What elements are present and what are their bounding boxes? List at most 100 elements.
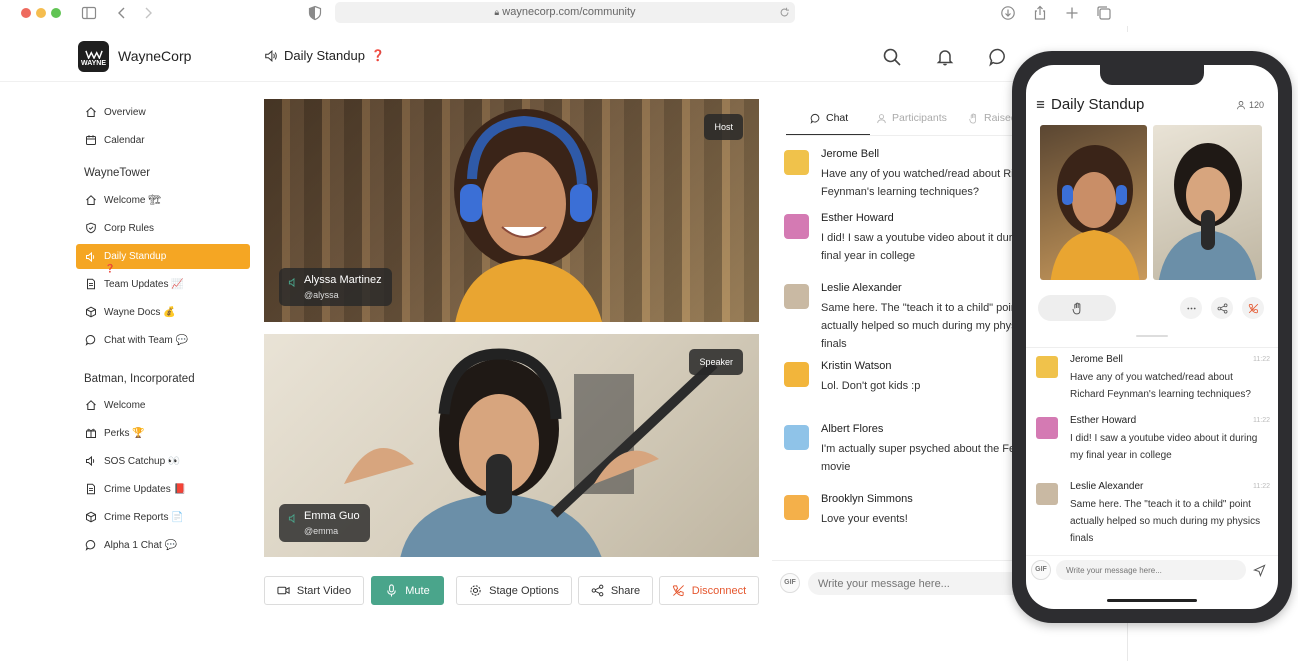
phone-room-title: Daily Standup	[1051, 96, 1145, 113]
sidebar-item-chat-with-team[interactable]: Chat with Team 💬	[76, 328, 250, 352]
bell-icon[interactable]	[935, 47, 955, 67]
sidebar-item-welcome[interactable]: Welcome 🏗	[76, 188, 250, 212]
sidebar-item-label: Wayne Docs 💰	[104, 306, 176, 318]
chat-message: Jerome Bell 11:22 Have any of you watche…	[1036, 354, 1270, 408]
gif-button[interactable]: GIF	[780, 573, 800, 593]
participant-nametag: Emma Guo @emma	[279, 504, 370, 542]
avatar[interactable]	[1036, 356, 1058, 378]
avatar[interactable]	[784, 214, 809, 239]
share-button[interactable]: Share	[578, 576, 653, 605]
close-window-button[interactable]	[21, 8, 31, 18]
participant-nametag: Alyssa Martinez @alyssa	[279, 268, 392, 306]
disconnect-button[interactable]: Disconnect	[659, 576, 759, 605]
minimize-window-button[interactable]	[36, 8, 46, 18]
message-author[interactable]: Leslie Alexander	[821, 282, 902, 294]
share-icon[interactable]	[1032, 5, 1048, 21]
sidebar-item-corp-rules[interactable]: Corp Rules	[76, 216, 250, 240]
avatar[interactable]	[784, 495, 809, 520]
url-bar[interactable]: 🔒︎ waynecorp.com/community	[335, 2, 795, 23]
phone-message-input[interactable]	[1056, 560, 1246, 580]
phone-video-tile-host[interactable]	[1040, 125, 1147, 280]
lock-icon: 🔒︎	[494, 7, 500, 17]
message-author[interactable]: Albert Flores	[821, 423, 883, 435]
home-icon	[86, 195, 96, 205]
back-icon[interactable]	[114, 5, 130, 21]
share-nodes-icon	[591, 584, 604, 597]
sidebar-item-label: Daily Standup	[104, 251, 167, 262]
brand-name[interactable]: WayneCorp	[118, 48, 191, 64]
download-icon[interactable]	[1000, 5, 1016, 21]
share-nodes-icon	[1217, 303, 1227, 313]
menu-icon[interactable]	[1036, 100, 1045, 109]
message-time: 11:22	[1253, 356, 1270, 363]
browser-window: 🔒︎ waynecorp.com/community WAYNE WayneCo…	[0, 0, 1128, 661]
sidebar-item-label: Welcome 🏗	[104, 194, 161, 206]
chat-bubble-icon[interactable]	[988, 47, 1008, 67]
avatar[interactable]	[784, 425, 809, 450]
avatar[interactable]	[1036, 417, 1058, 439]
sidebar-item-label: Crime Reports 📄	[104, 511, 184, 523]
privacy-shield-icon[interactable]	[307, 5, 323, 21]
message-author[interactable]: Esther Howard	[1070, 415, 1136, 426]
sidebar-item-alpha-1-chat[interactable]: Alpha 1 Chat 💬	[76, 533, 250, 557]
message-author[interactable]: Jerome Bell	[1070, 354, 1123, 365]
mute-button[interactable]: Mute	[371, 576, 444, 605]
avatar[interactable]	[784, 284, 809, 309]
message-author[interactable]: Brooklyn Simmons	[821, 493, 913, 505]
forward-icon[interactable]	[140, 5, 156, 21]
sidebar-item-perks[interactable]: Perks 🏆	[76, 421, 250, 445]
send-icon[interactable]	[1253, 564, 1266, 577]
sidebar-item-wayne-docs[interactable]: Wayne Docs 💰	[76, 300, 250, 324]
brand-logo-text: WAYNE	[80, 60, 107, 67]
sidebar-item-welcome-batman[interactable]: Welcome	[76, 393, 250, 417]
raised-hand-icon	[1071, 302, 1080, 314]
brand-logo-mark	[84, 50, 103, 59]
phone-disconnect-button[interactable]	[1242, 297, 1264, 319]
start-video-button[interactable]: Start Video	[264, 576, 364, 605]
phone-video-tile-speaker[interactable]	[1153, 125, 1262, 280]
raised-hand-icon	[969, 113, 976, 123]
reload-icon[interactable]	[779, 7, 790, 18]
phone-share-button[interactable]	[1211, 297, 1233, 319]
video-tile-host[interactable]: Host Alyssa Martinez @alyssa	[264, 99, 759, 322]
message-author[interactable]: Jerome Bell	[821, 148, 879, 160]
participant-video-alyssa	[454, 109, 603, 322]
stage-options-button[interactable]: Stage Options	[456, 576, 572, 605]
sidebar-item-label: Team Updates 📈	[104, 278, 184, 290]
room-title-emoji: ❓	[370, 50, 385, 62]
participant-count[interactable]: 120	[1236, 100, 1264, 110]
more-options-button[interactable]	[1180, 297, 1202, 319]
raise-hand-button[interactable]	[1038, 295, 1116, 321]
message-text: Have any of you watched/read about Richa…	[1070, 372, 1251, 400]
video-tile-speaker[interactable]: Speaker Emma Guo @emma	[264, 334, 759, 557]
tab-chat[interactable]: Chat	[810, 112, 848, 124]
avatar[interactable]	[784, 362, 809, 387]
sidebar-item-daily-standup[interactable]: Daily Standup	[76, 244, 250, 269]
participant-handle: @alyssa	[304, 290, 339, 300]
shield-icon	[86, 222, 96, 234]
drag-handle[interactable]	[1136, 335, 1168, 337]
sidebar-item-calendar[interactable]: Calendar	[76, 128, 250, 152]
app-header: WAYNE WayneCorp Daily Standup ❓	[0, 32, 1128, 82]
zoom-window-button[interactable]	[51, 8, 61, 18]
sidebar-toggle-icon[interactable]	[81, 5, 97, 21]
sidebar-item-sos-catchup[interactable]: SOS Catchup 👀	[76, 449, 250, 473]
message-author[interactable]: Leslie Alexander	[1070, 481, 1143, 492]
search-icon[interactable]	[882, 47, 902, 67]
avatar[interactable]	[784, 150, 809, 175]
new-tab-icon[interactable]	[1064, 5, 1080, 21]
message-author[interactable]: Kristin Watson	[821, 360, 892, 372]
message-author[interactable]: Esther Howard	[821, 212, 894, 224]
avatar[interactable]	[1036, 483, 1058, 505]
gif-button[interactable]: GIF	[1031, 560, 1051, 580]
chat-message: Esther Howard 11:22 I did! I saw a youtu…	[1036, 415, 1270, 469]
sidebar-item-team-updates[interactable]: Team Updates 📈	[76, 272, 250, 296]
tab-overview-icon[interactable]	[1096, 5, 1112, 21]
tab-raised[interactable]: Raised	[968, 112, 1017, 124]
sidebar-item-crime-updates[interactable]: Crime Updates 📕	[76, 477, 250, 501]
box-icon	[86, 306, 96, 318]
sidebar-item-crime-reports[interactable]: Crime Reports 📄	[76, 505, 250, 529]
brand-logo[interactable]: WAYNE	[78, 41, 109, 72]
sidebar-item-overview[interactable]: Overview	[76, 100, 250, 124]
tab-participants[interactable]: Participants	[876, 112, 947, 124]
